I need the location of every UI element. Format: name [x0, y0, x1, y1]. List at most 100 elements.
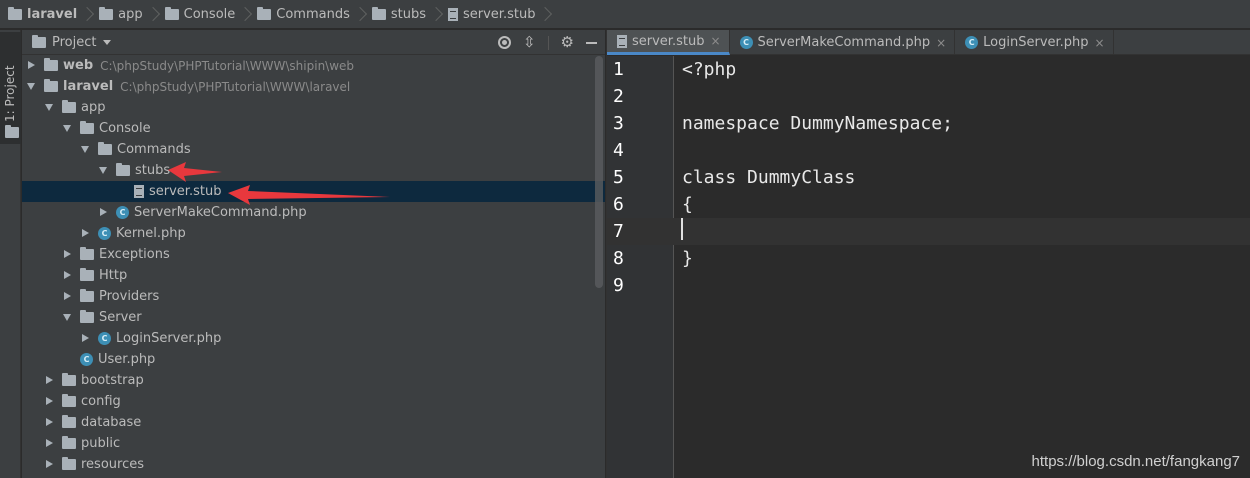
code-area[interactable]: 1 <?php 2 3 namespace DummyNamespace; 4 5 class…	[607, 56, 1250, 478]
tree-item-label: LoginServer.php	[116, 331, 222, 346]
folder-icon	[80, 247, 94, 260]
expanded-arrow-icon[interactable]	[63, 124, 72, 133]
tree-item[interactable]: app	[22, 97, 605, 118]
code-line[interactable]: 7	[607, 218, 1250, 245]
editor: server.stub × C ServerMakeCommand.php × C Logi…	[606, 30, 1250, 478]
line-number: 6	[613, 194, 624, 215]
tree-item[interactable]: stubs	[22, 160, 605, 181]
collapsed-arrow-icon[interactable]	[45, 397, 54, 406]
collapsed-arrow-icon[interactable]	[45, 376, 54, 385]
code-line[interactable]: 9	[607, 272, 1250, 299]
line-number: 4	[613, 140, 624, 161]
close-icon[interactable]: ×	[1095, 36, 1105, 50]
code-line[interactable]: 6{	[607, 191, 1250, 218]
tree-item[interactable]: C Kernel.php	[22, 223, 605, 244]
tree-item[interactable]: public	[22, 433, 605, 454]
tree-item[interactable]: resources	[22, 454, 605, 475]
collapsed-arrow-icon[interactable]	[63, 292, 72, 301]
collapsed-arrow-icon[interactable]	[63, 250, 72, 259]
tree-item[interactable]: Http	[22, 265, 605, 286]
line-number: 3	[613, 113, 624, 134]
tree-item-label: Providers	[99, 289, 160, 304]
minimize-icon[interactable]	[586, 41, 597, 44]
editor-tab[interactable]: C ServerMakeCommand.php ×	[730, 30, 956, 55]
close-icon[interactable]: ×	[710, 34, 720, 48]
code-line[interactable]: 5 class DummyClass	[607, 164, 1250, 191]
code-line[interactable]: 4	[607, 137, 1250, 164]
tree-item[interactable]: Providers	[22, 286, 605, 307]
breadcrumb-item[interactable]: stubs	[371, 0, 448, 29]
folder-icon	[98, 142, 112, 155]
code-line[interactable]: 2	[607, 83, 1250, 110]
folder-icon	[44, 79, 58, 92]
code-line[interactable]: 8}	[607, 245, 1250, 272]
collapse-all-icon[interactable]: ⇳	[523, 35, 536, 50]
tree-item[interactable]: web C:\phpStudy\PHPTutorial\WWW\shipin\we…	[22, 55, 605, 76]
watermark: https://blog.csdn.net/fangkang7	[1031, 453, 1240, 470]
tree-item[interactable]: Server	[22, 307, 605, 328]
collapsed-arrow-icon[interactable]	[99, 208, 108, 217]
collapsed-arrow-icon[interactable]	[81, 229, 90, 238]
tree-item[interactable]: config	[22, 391, 605, 412]
tree-item[interactable]: bootstrap	[22, 370, 605, 391]
folder-icon	[371, 6, 386, 20]
collapsed-arrow-icon[interactable]	[81, 334, 90, 343]
tree-item-label: database	[81, 415, 142, 430]
breadcrumb-item[interactable]: app	[99, 0, 164, 29]
expanded-arrow-icon[interactable]	[27, 82, 36, 91]
breadcrumb-item[interactable]: Console	[164, 0, 258, 29]
tree-item-label: web	[63, 58, 94, 73]
file-icon	[134, 185, 144, 198]
tree-item-label: stubs	[135, 163, 171, 178]
php-class-icon: C	[739, 36, 753, 49]
folder-icon	[62, 415, 76, 428]
tree-item-label: Console	[99, 121, 151, 136]
tree-item[interactable]: Exceptions	[22, 244, 605, 265]
tree-item[interactable]: laravel C:\phpStudy\PHPTutorial\WWW\larav…	[22, 76, 605, 97]
breadcrumb-item[interactable]: server.stub	[448, 0, 557, 29]
editor-tab-label: ServerMakeCommand.php	[757, 35, 931, 50]
breadcrumb-separator	[85, 4, 93, 24]
project-tree: web C:\phpStudy\PHPTutorial\WWW\shipin\we…	[22, 55, 605, 475]
chevron-down-icon[interactable]	[103, 39, 112, 45]
breadcrumb-item[interactable]: Commands	[257, 0, 372, 29]
collapsed-arrow-icon[interactable]	[63, 271, 72, 280]
editor-tab-label: LoginServer.php	[983, 35, 1089, 50]
locate-icon[interactable]	[497, 36, 511, 49]
close-icon[interactable]: ×	[936, 36, 946, 50]
breadcrumb-label: stubs	[390, 6, 426, 22]
text-caret	[681, 218, 683, 240]
code-line[interactable]: 1 <?php	[607, 56, 1250, 83]
tree-item-label: laravel	[63, 79, 114, 94]
code-line[interactable]: 3 namespace DummyNamespace;	[607, 110, 1250, 137]
tree-item[interactable]: C ServerMakeCommand.php	[22, 202, 605, 223]
code-text: namespace DummyNamespace;	[682, 113, 953, 134]
tree-item[interactable]: server.stub	[22, 181, 605, 202]
tree-item[interactable]: C LoginServer.php	[22, 328, 605, 349]
project-tool-tab[interactable]: 1: Project	[0, 32, 21, 144]
editor-tab[interactable]: C LoginServer.php ×	[955, 30, 1114, 55]
tree-item[interactable]: Console	[22, 118, 605, 139]
expanded-arrow-icon[interactable]	[81, 145, 90, 154]
project-tree-scrollbar[interactable]	[595, 56, 603, 288]
breadcrumb-item[interactable]: laravel	[8, 0, 99, 29]
expanded-arrow-icon[interactable]	[45, 103, 54, 112]
gear-icon[interactable]: ⚙	[561, 35, 574, 50]
expanded-arrow-icon[interactable]	[99, 166, 108, 175]
expanded-arrow-icon[interactable]	[63, 313, 72, 322]
tree-item[interactable]: C User.php	[22, 349, 605, 370]
file-icon	[448, 7, 458, 21]
breadcrumb-separator	[358, 4, 366, 24]
breadcrumb-separator	[434, 4, 442, 24]
collapsed-arrow-icon[interactable]	[45, 460, 54, 469]
php-class-icon: C	[116, 206, 129, 219]
editor-tab[interactable]: server.stub ×	[607, 30, 730, 55]
tree-item[interactable]: Commands	[22, 139, 605, 160]
project-view-selector[interactable]: Project	[52, 35, 96, 50]
tree-item-label: app	[81, 100, 106, 115]
tree-item[interactable]: database	[22, 412, 605, 433]
collapsed-arrow-icon[interactable]	[45, 418, 54, 427]
php-class-icon: C	[80, 353, 93, 366]
collapsed-arrow-icon[interactable]	[45, 439, 54, 448]
collapsed-arrow-icon[interactable]	[27, 61, 36, 70]
